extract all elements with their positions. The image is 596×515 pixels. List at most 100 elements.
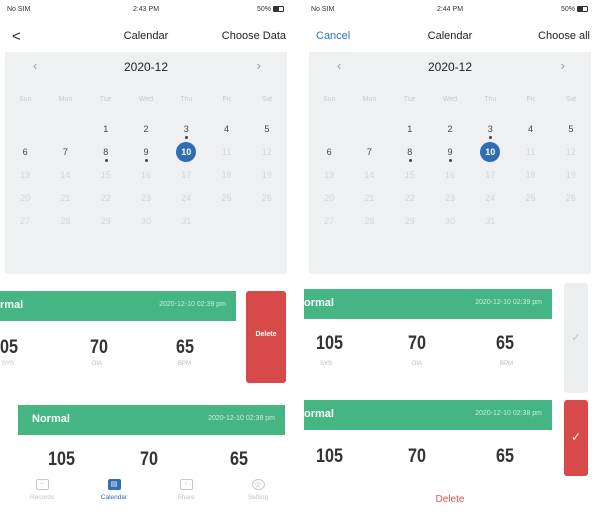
calendar-day[interactable]: 4 <box>206 118 246 141</box>
calendar-day[interactable]: 9 <box>430 141 470 164</box>
calendar-day-selected[interactable]: 10 <box>470 141 510 164</box>
calendar-day[interactable]: 26 <box>551 187 591 210</box>
calendar-day[interactable]: 17 <box>470 164 510 187</box>
calendar-day[interactable]: 21 <box>45 187 85 210</box>
day-number: 3 <box>183 124 189 134</box>
day-number: 20 <box>324 193 335 203</box>
calendar-day[interactable]: 27 <box>309 210 349 233</box>
calendar-day[interactable]: 1 <box>390 118 430 141</box>
calendar-day[interactable]: 28 <box>45 210 85 233</box>
calendar-day[interactable]: 6 <box>309 141 349 164</box>
select-checkbox-checked[interactable]: ✓ <box>564 400 588 476</box>
calendar-day[interactable]: 23 <box>126 187 166 210</box>
calendar-day[interactable]: 18 <box>510 164 550 187</box>
reading-card[interactable]: Normal 2020-12-10 02:38 pm 105 70 65 <box>18 405 285 475</box>
calendar-day[interactable]: 11 <box>206 141 246 164</box>
calendar-day[interactable]: 31 <box>166 210 206 233</box>
tab-records[interactable]: ~ Records <box>12 471 72 501</box>
reading-card[interactable]: ormal 2020-12-10 02:38 pm 105 70 65 <box>304 400 552 470</box>
choose-data-button[interactable]: Choose Data <box>222 30 286 42</box>
calendar-day[interactable]: 8 <box>390 141 430 164</box>
calendar-day[interactable]: 30 <box>430 210 470 233</box>
calendar-day[interactable]: 12 <box>247 141 287 164</box>
day-number: 17 <box>181 170 192 180</box>
calendar-day[interactable]: 18 <box>206 164 246 187</box>
calendar-day[interactable]: 30 <box>126 210 166 233</box>
calendar-day[interactable]: 25 <box>510 187 550 210</box>
calendar-day[interactable]: 20 <box>5 187 45 210</box>
calendar-day[interactable]: 16 <box>126 164 166 187</box>
calendar-day-selected[interactable]: 10 <box>166 141 206 164</box>
calendar-day[interactable]: 21 <box>349 187 389 210</box>
day-number: 11 <box>525 147 536 157</box>
choose-all-button[interactable]: Choose all <box>538 30 590 42</box>
calendar-day[interactable]: 8 <box>86 141 126 164</box>
month-selector: ‹ 2020-12 › <box>5 58 287 78</box>
day-number: 5 <box>264 124 270 134</box>
calendar-day[interactable]: 24 <box>470 187 510 210</box>
tab-setting[interactable]: ◎ Setting <box>228 471 288 501</box>
calendar-day[interactable]: 5 <box>247 118 287 141</box>
calendar-day[interactable]: 29 <box>86 210 126 233</box>
calendar-day[interactable]: 13 <box>309 164 349 187</box>
swipe-delete-button[interactable]: Delete <box>246 291 286 383</box>
day-number: 10 <box>176 142 197 162</box>
calendar-day[interactable]: 5 <box>551 118 591 141</box>
calendar-day[interactable]: 13 <box>5 164 45 187</box>
checkmark-icon: ✓ <box>570 430 582 444</box>
next-month-icon[interactable]: › <box>561 58 565 73</box>
calendar-panel: ‹ 2020-12 › Sun Mon Tue Wed Thu Fri Sat … <box>5 52 287 274</box>
day-number: 23 <box>140 193 151 203</box>
calendar-day[interactable]: 31 <box>470 210 510 233</box>
calendar-day[interactable]: 3 <box>166 118 206 141</box>
bpm-value: 65 <box>496 333 514 354</box>
next-month-icon[interactable]: › <box>257 58 261 73</box>
calendar-day[interactable]: 12 <box>551 141 591 164</box>
calendar-day[interactable]: 16 <box>430 164 470 187</box>
status-bar: No SIM 2:43 PM 50% <box>0 6 292 18</box>
calendar-day[interactable]: 14 <box>45 164 85 187</box>
calendar-day[interactable]: 24 <box>166 187 206 210</box>
bpm-label: BPM <box>178 361 192 367</box>
sys-value: 05 <box>0 337 18 358</box>
calendar-day[interactable]: 2 <box>430 118 470 141</box>
select-checkbox[interactable]: ✓ <box>564 283 588 393</box>
calendar-day[interactable]: 23 <box>430 187 470 210</box>
calendar-day[interactable]: 9 <box>126 141 166 164</box>
battery-indicator: 50% <box>257 6 284 13</box>
tab-share[interactable]: ↑ Share <box>156 471 216 501</box>
calendar-day[interactable]: 14 <box>349 164 389 187</box>
tab-calendar[interactable]: ▤ Calendar <box>84 471 144 501</box>
calendar-day[interactable]: 7 <box>45 141 85 164</box>
calendar-day[interactable]: 7 <box>349 141 389 164</box>
reading-card[interactable]: rmal 2020-12-10 02:39 pm 05 70 65 SYS DI… <box>0 291 236 383</box>
calendar-day[interactable]: 29 <box>390 210 430 233</box>
reading-card[interactable]: ormal 2020-12-10 02:39 pm 105 70 65 SYS … <box>304 289 552 389</box>
calendar-day[interactable]: 2 <box>126 118 166 141</box>
calendar-day[interactable]: 27 <box>5 210 45 233</box>
calendar-day[interactable]: 6 <box>5 141 45 164</box>
calendar-day[interactable]: 20 <box>309 187 349 210</box>
day-number: 21 <box>60 193 71 203</box>
delete-selected-button[interactable]: Delete <box>304 494 596 505</box>
calendar-day[interactable]: 17 <box>166 164 206 187</box>
day-number: 25 <box>525 193 536 203</box>
tab-label: Share <box>177 494 195 501</box>
calendar-day[interactable]: 15 <box>86 164 126 187</box>
calendar-day[interactable]: 25 <box>206 187 246 210</box>
calendar-day[interactable]: 22 <box>390 187 430 210</box>
calendar-day[interactable]: 4 <box>510 118 550 141</box>
battery-percent: 50% <box>560 6 575 13</box>
reading-time: 2020-12-10 02:38 pm <box>475 410 542 417</box>
calendar-day[interactable]: 15 <box>390 164 430 187</box>
calendar-day[interactable]: 22 <box>86 187 126 210</box>
day-number: 12 <box>261 147 272 157</box>
weekday-label: Sun <box>322 96 336 103</box>
calendar-day[interactable]: 11 <box>510 141 550 164</box>
calendar-day[interactable]: 1 <box>86 118 126 141</box>
calendar-day[interactable]: 3 <box>470 118 510 141</box>
calendar-day[interactable]: 28 <box>349 210 389 233</box>
calendar-day[interactable]: 19 <box>551 164 591 187</box>
calendar-day[interactable]: 26 <box>247 187 287 210</box>
calendar-day[interactable]: 19 <box>247 164 287 187</box>
